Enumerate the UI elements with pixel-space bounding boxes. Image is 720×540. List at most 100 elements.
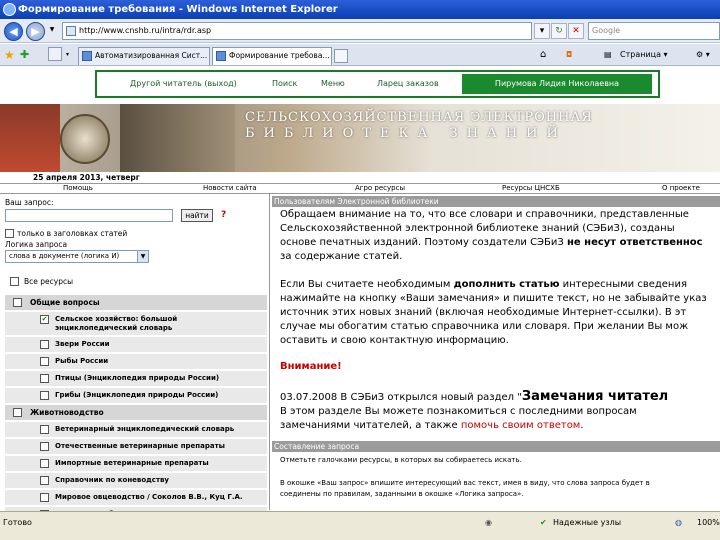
resource-item-row[interactable]: Мировое овцеводство / Соколов В.В., Куц …	[5, 490, 267, 506]
site-banner: СЕЛЬСКОХОЗЯЙСТВЕННАЯ ЭЛЕКТРОННАЯ БИБЛИОТ…	[0, 104, 720, 172]
tab-page-icon	[82, 51, 92, 61]
address-field[interactable]: http://www.cnshb.ru/intra/rdr.asp	[62, 22, 532, 40]
help-answer-link[interactable]: помочь своим ответом	[461, 420, 581, 431]
resource-label: Отечественные ветеринарные препараты	[55, 442, 225, 450]
nav-other-reader[interactable]: Другой читатель (выход)	[130, 79, 237, 88]
resource-checkbox[interactable]	[40, 391, 49, 400]
resource-label: Птицы (Энциклопедия природы России)	[55, 374, 220, 382]
resource-item-row[interactable]: Импортные ветеринарные препараты	[5, 456, 267, 472]
forward-button[interactable]: ▶	[26, 22, 45, 41]
resource-label: Мировое овцеводство / Соколов В.В., Куц …	[55, 493, 243, 501]
new-tab-button[interactable]	[334, 49, 348, 63]
resource-item-row[interactable]: ✔ Сельское хозяйство: большой энциклопедич…	[5, 312, 267, 336]
print-icon[interactable]: ▤	[604, 47, 612, 63]
resource-category-row[interactable]: Животноводство	[5, 405, 267, 421]
text-line: замечаниями читателей, а также помочь св…	[280, 419, 668, 433]
resource-label: Импортные ветеринарные препараты	[55, 459, 209, 467]
stop-icon[interactable]: ✕	[568, 23, 584, 39]
search-button[interactable]: найти	[181, 209, 213, 222]
menu-agro-resources[interactable]: Агро ресурсы	[355, 184, 405, 192]
text-span: Если Вы считаете необходимым	[280, 279, 454, 290]
tools-icon[interactable]: ⚙ ▾	[696, 47, 710, 63]
info-panel: Пользователям Электронной библиотеки Обр…	[272, 194, 720, 510]
security-zone[interactable]: Надежные узлы	[553, 516, 621, 530]
refresh-icon[interactable]: ↻	[551, 23, 567, 39]
resource-category-row[interactable]: Общие вопросы	[5, 295, 267, 311]
menu-help[interactable]: Помощь	[63, 184, 93, 192]
nav-orders[interactable]: Ларец заказов	[377, 79, 439, 88]
date-row: 25 апреля 2013, четверг	[0, 172, 720, 184]
nav-search[interactable]: Поиск	[272, 79, 297, 88]
quick-tabs-icon[interactable]	[48, 47, 62, 61]
menu-news[interactable]: Новости сайта	[203, 184, 257, 192]
resource-item-row[interactable]: Рыбы России	[5, 354, 267, 370]
resource-checkbox[interactable]	[40, 374, 49, 383]
resource-label: Общие вопросы	[30, 298, 100, 307]
resource-checkbox[interactable]	[40, 425, 49, 434]
tab-2[interactable]: Формирование требова...	[212, 47, 332, 65]
resource-item-row[interactable]: Птицы (Энциклопедия природы России)	[5, 371, 267, 387]
window-title: Формирование требования - Windows Intern…	[18, 4, 338, 15]
text-line: оставить и свою контактную информацию.	[280, 335, 509, 346]
query-label: Ваш запрос:	[5, 198, 54, 207]
resource-item-row[interactable]: Справочник по коневодству	[5, 473, 267, 489]
zoom-level[interactable]: 100%	[697, 516, 720, 530]
text-line: Сельскохозяйственной электронной библиот…	[280, 223, 675, 234]
logic-select[interactable]: слова в документе (логика И) ▼	[5, 250, 149, 263]
tab-list-icon[interactable]: ▾	[66, 47, 69, 63]
resource-checkbox[interactable]	[40, 476, 49, 485]
window-title-bar: Формирование требования - Windows Intern…	[0, 0, 720, 19]
home-icon[interactable]: ⌂	[540, 47, 546, 63]
status-text: Готово	[3, 518, 32, 527]
resource-item-row[interactable]: Грибы (Энциклопедия природы России)	[5, 388, 267, 404]
search-input[interactable]: Google	[588, 22, 720, 40]
menu-about[interactable]: О проекте	[662, 184, 700, 192]
text-span: основе печатных изданий. Поэтому создате…	[280, 237, 567, 248]
trusted-check-icon: ✔	[540, 518, 547, 527]
back-button[interactable]: ◀	[4, 22, 23, 41]
text-line: нажимайте на кнопку «Ваши замечания» и п…	[280, 293, 707, 304]
only-titles-checkbox[interactable]	[5, 229, 14, 238]
menu-cnshb-resources[interactable]: Ресурсы ЦНСХБ	[502, 184, 560, 192]
resource-checkbox[interactable]	[40, 459, 49, 468]
address-dropdown-icon[interactable]: ▾	[534, 23, 550, 39]
query-input[interactable]	[5, 209, 173, 222]
resource-checkbox[interactable]	[40, 340, 49, 349]
bold-text: дополнить статью	[453, 279, 560, 290]
resource-checkbox[interactable]	[40, 442, 49, 451]
resource-checkbox[interactable]	[13, 408, 22, 417]
favorites-star-icon[interactable]: ★	[4, 47, 15, 63]
tab-label: Автоматизированная Сист...	[95, 51, 208, 60]
section-header-query: Составление запроса	[272, 441, 720, 452]
resource-item-row[interactable]: Отечественные ветеринарные препараты	[5, 439, 267, 455]
resource-checkbox[interactable]	[40, 357, 49, 366]
popup-blocker-icon[interactable]: ◉	[485, 516, 492, 530]
tab-1[interactable]: Автоматизированная Сист...	[78, 47, 210, 65]
nav-menu[interactable]: Меню	[321, 79, 345, 88]
resource-item-row[interactable]: Ветеринарный энциклопедический словарь	[5, 422, 267, 438]
all-resources-checkbox[interactable]	[10, 277, 19, 286]
feeds-icon[interactable]: ◘	[566, 47, 572, 63]
text-span: .	[580, 420, 584, 431]
info-paragraph-1: Обращаем внимание на то, что все словари…	[280, 208, 703, 264]
resource-checkbox[interactable]: ✔	[40, 315, 49, 324]
add-favorite-icon[interactable]: ✚	[20, 47, 29, 63]
tab-page-icon	[216, 51, 226, 61]
tab-label: Формирование требова...	[229, 51, 330, 60]
history-dropdown-icon[interactable]: ▼	[46, 25, 58, 37]
page-menu-label: Страница	[620, 50, 662, 59]
resource-label: Сельское хозяйство: большой	[55, 315, 178, 323]
page-menu[interactable]: Страница ▾	[620, 47, 668, 63]
text-span: интересными сведения	[559, 279, 687, 290]
help-link[interactable]: ?	[221, 210, 226, 220]
search-panel: Ваш запрос: найти ? только в заголовках …	[0, 194, 270, 523]
attention-text: Внимание!	[280, 361, 342, 372]
text-line: случае мы обогатим статью справочника ил…	[280, 321, 689, 332]
resource-checkbox[interactable]	[13, 298, 22, 307]
logic-label: Логика запроса	[5, 240, 68, 249]
resource-item-row[interactable]: Звери России	[5, 337, 267, 353]
text-span: замечаниями читателей, а также	[280, 420, 461, 431]
resource-checkbox[interactable]	[40, 493, 49, 502]
banner-title-line2: БИБЛИОТЕКА ЗНАНИЙ	[245, 126, 567, 141]
resource-label-line2: энциклопедический словарь	[55, 324, 173, 332]
